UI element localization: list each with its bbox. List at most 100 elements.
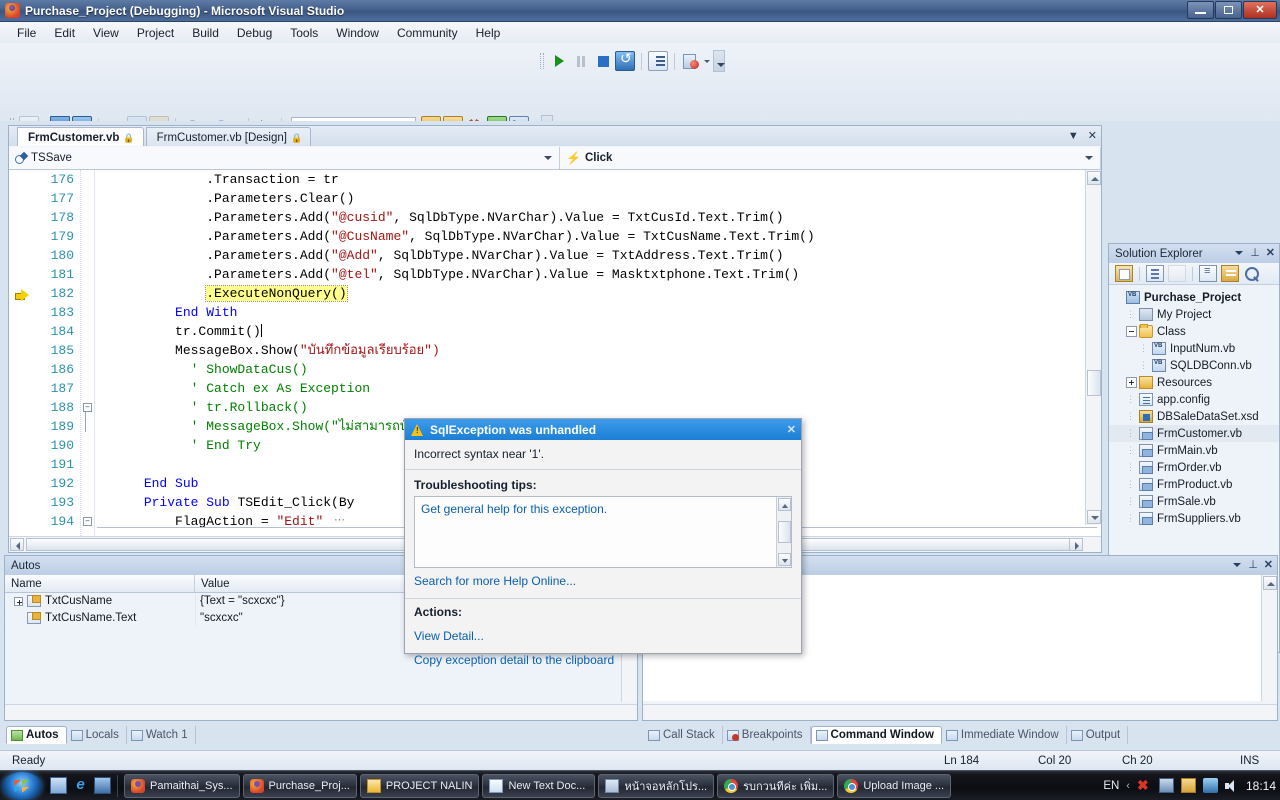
tab-call-stack[interactable]: Call Stack — [644, 726, 723, 744]
fold-minus-box[interactable]: – — [83, 403, 92, 412]
tree-item-my-project[interactable]: ⋮ My Project — [1109, 306, 1279, 323]
copy-exception-detail-link[interactable]: Copy exception detail to the clipboard — [414, 647, 792, 671]
menu-view[interactable]: View — [84, 24, 128, 42]
tree-item-class[interactable]: Class — [1109, 323, 1279, 340]
menu-tools[interactable]: Tools — [281, 24, 327, 42]
tree-item-sqldbconn-vb[interactable]: ⋮ SQLDBConn.vb — [1109, 357, 1279, 374]
view-detail-link[interactable]: View Detail... — [414, 623, 792, 647]
tree-item-dbsaledataset-xsd[interactable]: ⋮ DBSaleDataSet.xsd — [1109, 408, 1279, 425]
show-hidden-icons-icon[interactable]: ‹ — [1126, 780, 1130, 792]
code-fold-column[interactable]: – – — [81, 170, 95, 552]
tab-autos[interactable]: Autos — [6, 726, 67, 744]
fold-minus-box[interactable]: – — [83, 517, 92, 526]
tips-scrollbar[interactable] — [776, 497, 791, 567]
document-tab-frmcustomer-code[interactable]: FrmCustomer.vb 🔒 — [17, 127, 144, 146]
column-header-name[interactable]: Name — [5, 574, 195, 593]
pin-icon[interactable]: ⊥ — [1248, 558, 1258, 571]
code-line[interactable]: ' tr.Rollback() — [97, 398, 1097, 417]
tab-breakpoints[interactable]: Breakpoints — [723, 726, 811, 744]
view-code-icon[interactable] — [1199, 265, 1217, 282]
editor-gutter[interactable] — [9, 170, 31, 552]
tree-item-frmproduct-vb[interactable]: ⋮ FrmProduct.vb — [1109, 476, 1279, 493]
code-line[interactable]: ' ShowDataCus() — [97, 360, 1097, 379]
menu-community[interactable]: Community — [388, 24, 467, 42]
taskbar-button[interactable]: New Text Doc... — [482, 773, 596, 798]
editor-vertical-scrollbar[interactable] — [1085, 170, 1101, 525]
monitor-tray-icon[interactable] — [1158, 778, 1174, 793]
tree-item-frmmain-vb[interactable]: ⋮ FrmMain.vb — [1109, 442, 1279, 459]
toolbar-overflow-button[interactable] — [713, 50, 725, 72]
code-line[interactable]: .Parameters.Add("@CusName", SqlDbType.NV… — [97, 227, 1097, 246]
code-line[interactable]: .Transaction = tr — [97, 170, 1097, 189]
switch-window-icon[interactable] — [94, 777, 111, 794]
autos-horizontal-scrollbar[interactable] — [5, 704, 637, 720]
tree-item-frmsale-vb[interactable]: ⋮ FrmSale.vb — [1109, 493, 1279, 510]
show-next-statement-icon[interactable] — [648, 51, 668, 71]
taskbar-button[interactable]: Upload Image ... — [837, 773, 952, 798]
tips-scroll-thumb[interactable] — [778, 521, 791, 543]
antivirus-tray-icon[interactable]: ✖ — [1137, 778, 1152, 793]
pin-icon[interactable]: ⊥ — [1250, 246, 1260, 259]
close-icon[interactable]: ✕ — [1264, 558, 1273, 571]
scroll-up-icon[interactable] — [1087, 171, 1101, 185]
expander-icon[interactable] — [1126, 377, 1137, 388]
menu-debug[interactable]: Debug — [228, 24, 281, 42]
command-horizontal-scrollbar[interactable] — [643, 704, 1277, 720]
tab-command-window[interactable]: Command Window — [810, 726, 942, 744]
language-indicator[interactable]: EN — [1103, 780, 1119, 792]
scroll-down-icon[interactable] — [778, 553, 791, 566]
scroll-up-icon[interactable] — [778, 498, 791, 511]
search-help-online-link[interactable]: Search for more Help Online... — [405, 568, 801, 592]
tree-item-resources[interactable]: Resources — [1109, 374, 1279, 391]
splitter-handle[interactable]: ⋯ — [334, 513, 347, 526]
command-vertical-scrollbar[interactable] — [1261, 575, 1277, 701]
code-line[interactable]: .Parameters.Clear() — [97, 189, 1097, 208]
tab-list-dropdown-icon[interactable]: ▼ — [1068, 130, 1079, 142]
taskbar-button[interactable]: PROJECT NALIN — [359, 773, 480, 798]
exception-assistant-popup[interactable]: SqlException was unhandled ✕ Incorrect s… — [404, 418, 802, 667]
breakpoints-icon[interactable] — [681, 51, 701, 71]
show-all-files-icon[interactable] — [1146, 265, 1164, 282]
menu-file[interactable]: File — [8, 24, 45, 42]
expander-icon[interactable] — [14, 596, 23, 606]
restart-icon[interactable] — [615, 50, 635, 71]
scroll-left-icon[interactable] — [10, 538, 24, 551]
menu-help[interactable]: Help — [467, 24, 510, 42]
clock[interactable]: 18:14 — [1246, 779, 1276, 793]
taskbar-button[interactable]: Purchase_Proj... — [242, 773, 357, 798]
restore-button[interactable] — [1215, 1, 1242, 19]
show-desktop-stack-icon[interactable] — [50, 777, 67, 794]
close-button[interactable]: ✕ — [1243, 1, 1277, 19]
tab-output[interactable]: Output — [1067, 726, 1129, 744]
stop-debugging-icon[interactable] — [593, 51, 613, 71]
close-document-icon[interactable]: ✕ — [1088, 129, 1097, 142]
internet-explorer-icon[interactable]: e — [72, 777, 89, 794]
tab-watch-1[interactable]: Watch 1 — [127, 726, 196, 744]
debug-windows-tabstrip-right[interactable]: Call Stack Breakpoints Command Window Immed… — [644, 725, 1129, 744]
taskbar-button[interactable]: Pamaithai_Sys... — [124, 773, 240, 798]
tree-item-purchase-project[interactable]: Purchase_Project — [1109, 289, 1279, 306]
code-line[interactable]: .ExecuteNonQuery() — [97, 284, 1097, 303]
menu-build[interactable]: Build — [183, 24, 228, 42]
tab-immediate-window[interactable]: Immediate Window — [942, 726, 1067, 744]
document-tab-frmcustomer-design[interactable]: FrmCustomer.vb [Design] 🔒 — [145, 127, 312, 146]
expander-icon[interactable] — [1113, 292, 1124, 303]
menu-project[interactable]: Project — [128, 24, 183, 42]
panel-dropdown-icon[interactable] — [1233, 560, 1242, 569]
debug-windows-tabstrip-left[interactable]: Autos Locals Watch 1 — [6, 725, 196, 744]
tree-item-inputnum-vb[interactable]: ⋮ InputNum.vb — [1109, 340, 1279, 357]
vertical-scroll-thumb[interactable] — [1087, 370, 1101, 396]
scroll-right-icon[interactable] — [1069, 538, 1083, 551]
object-browser-search-icon[interactable] — [1243, 265, 1261, 282]
break-all-icon[interactable] — [571, 51, 591, 71]
menu-window[interactable]: Window — [327, 24, 388, 42]
tree-item-app-config[interactable]: ⋮ app.config — [1109, 391, 1279, 408]
properties-icon[interactable] — [1115, 265, 1133, 282]
code-line[interactable]: .Parameters.Add("@tel", SqlDbType.NVarCh… — [97, 265, 1097, 284]
scroll-down-icon[interactable] — [1087, 510, 1101, 524]
solution-tree[interactable]: Purchase_Project ⋮ My Project Class ⋮ InputNu… — [1109, 285, 1279, 527]
taskbar-button[interactable]: หน้าจอหลักโปร... — [598, 773, 715, 798]
toolbar-grip[interactable] — [540, 53, 544, 69]
close-icon[interactable]: ✕ — [787, 423, 796, 436]
volume-icon[interactable] — [1224, 779, 1237, 792]
